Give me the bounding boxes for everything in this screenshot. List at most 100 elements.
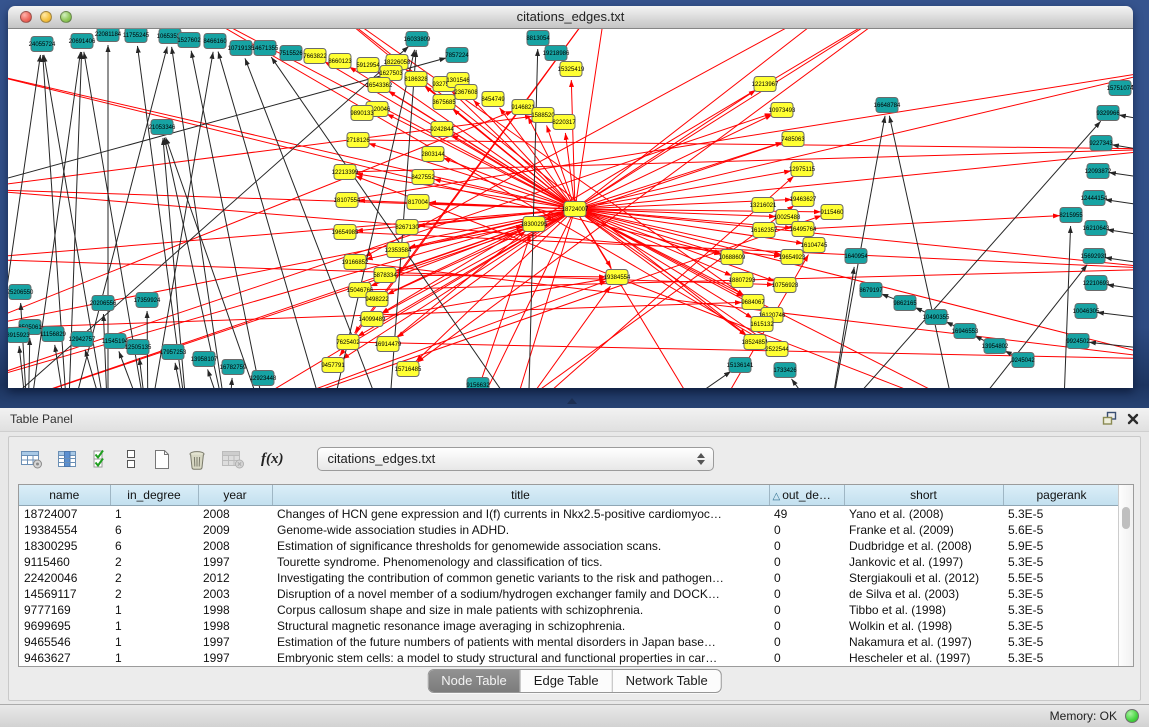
function-builder-icon[interactable]: f(x) [261,451,284,468]
graph-node[interactable] [751,317,773,332]
graph-node[interactable] [1085,276,1107,291]
table-cell[interactable]: Hescheler et al. (1997) [844,650,1003,666]
graph-node[interactable] [361,312,383,327]
graph-node[interactable] [560,62,582,77]
graph-node[interactable] [781,250,803,265]
graph-node[interactable] [397,362,419,377]
graph-node[interactable] [1097,106,1119,121]
graph-node[interactable] [527,31,549,46]
table-cell[interactable]: 6 [110,538,198,554]
graph-node[interactable] [1075,304,1097,319]
graph-node[interactable] [334,165,356,180]
graph-node[interactable] [71,34,93,49]
graph-node[interactable] [337,335,359,350]
table-cell[interactable]: 6 [110,522,198,538]
table-cell[interactable]: 2009 [198,522,272,538]
graph-node[interactable] [406,32,428,47]
graph-node[interactable] [377,337,399,352]
table-cell[interactable]: 0 [769,570,844,586]
float-window-icon[interactable] [1102,411,1117,426]
graph-node[interactable] [374,268,396,283]
graph-node[interactable] [431,122,453,137]
table-cell[interactable]: 1 [110,602,198,618]
graph-node[interactable] [252,371,274,386]
table-cell[interactable]: 49 [769,506,844,523]
table-cell[interactable]: 2012 [198,570,272,586]
column-header-name[interactable]: name [19,485,110,506]
table-cell[interactable]: 0 [769,554,844,570]
table-cell[interactable]: 0 [769,586,844,602]
graph-node[interactable] [803,238,825,253]
graph-node[interactable] [532,108,554,123]
table-cell[interactable]: 19384554 [19,522,110,538]
tab-node-table[interactable]: Node Table [428,670,520,692]
graph-node[interactable] [304,49,326,64]
column-header-in-degree[interactable]: in_degree [110,485,198,506]
graph-node[interactable] [1067,334,1089,349]
table-cell[interactable]: Yano et al. (2008) [844,506,1003,523]
graph-node[interactable] [351,106,373,121]
graph-node[interactable] [729,358,751,373]
graph-node[interactable] [396,220,418,235]
column-header-out-de-[interactable]: △out_de… [769,485,844,506]
graph-node[interactable] [366,292,388,307]
table-cell[interactable]: 22420046 [19,570,110,586]
graph-node[interactable] [347,133,369,148]
zoom-button[interactable] [60,11,72,23]
window-titlebar[interactable]: citations_edges.txt [8,6,1133,29]
new-table-icon[interactable] [152,449,172,470]
graph-node[interactable] [336,193,358,208]
table-cell[interactable]: 5.9E-5 [1003,538,1120,554]
table-cell[interactable]: Estimation of significance thresholds fo… [272,538,769,554]
table-cell[interactable]: Structural magnetic resonance image aver… [272,618,769,634]
delete-table-icon[interactable] [187,449,207,470]
graph-node[interactable] [766,342,788,357]
graph-node[interactable] [523,217,545,232]
table-cell[interactable]: 0 [769,602,844,618]
table-cell[interactable]: 0 [769,538,844,554]
table-cell[interactable]: Dudbridge et al. (2008) [844,538,1003,554]
table-selector-dropdown[interactable]: citations_edges.txt [317,447,714,471]
table-cell[interactable]: Wolkin et al. (1998) [844,618,1003,634]
table-cell[interactable]: Nakamura et al. (1997) [844,634,1003,650]
table-cell[interactable]: 1997 [198,554,272,570]
graph-node[interactable] [742,295,764,310]
column-header-title[interactable]: title [272,485,769,506]
graph-node[interactable] [412,170,434,185]
graph-node[interactable] [193,352,215,367]
import-table-icon[interactable] [222,450,246,469]
minimize-button[interactable] [40,11,52,23]
graph-node[interactable] [230,41,252,56]
graph-node[interactable] [357,58,379,73]
table-cell[interactable]: 1 [110,506,198,523]
row-height-icon[interactable] [125,449,137,469]
column-header-year[interactable]: year [198,485,272,506]
table-cell[interactable]: 14569117 [19,586,110,602]
graph-node[interactable] [482,92,504,107]
table-cell[interactable]: 5.3E-5 [1003,506,1120,523]
graph-node[interactable] [564,202,586,217]
table-scrollbar-thumb[interactable] [1122,507,1130,529]
table-cell[interactable]: 5.3E-5 [1003,650,1120,666]
table-cell[interactable]: Corpus callosum shape and size in male p… [272,602,769,618]
table-cell[interactable]: 5.6E-5 [1003,522,1120,538]
graph-node[interactable] [322,358,344,373]
graph-node[interactable] [92,296,114,311]
graph-node[interactable] [1109,81,1131,96]
table-cell[interactable]: 2 [110,554,198,570]
table-cell[interactable]: 9115460 [19,554,110,570]
table-cell[interactable]: 2008 [198,506,272,523]
graph-node[interactable] [204,34,226,49]
table-settings-icon[interactable] [21,450,43,469]
table-cell[interactable]: Disruption of a novel member of a sodium… [272,586,769,602]
table-cell[interactable]: 0 [769,618,844,634]
graph-node[interactable] [368,78,390,93]
graph-node[interactable] [222,360,244,375]
table-cell[interactable]: 1997 [198,650,272,666]
graph-node[interactable] [925,310,947,325]
graph-node[interactable] [894,296,916,311]
table-cell[interactable]: 9463627 [19,650,110,666]
table-cell[interactable]: 1997 [198,634,272,650]
graph-node[interactable] [791,162,813,177]
graph-node[interactable] [446,48,468,63]
